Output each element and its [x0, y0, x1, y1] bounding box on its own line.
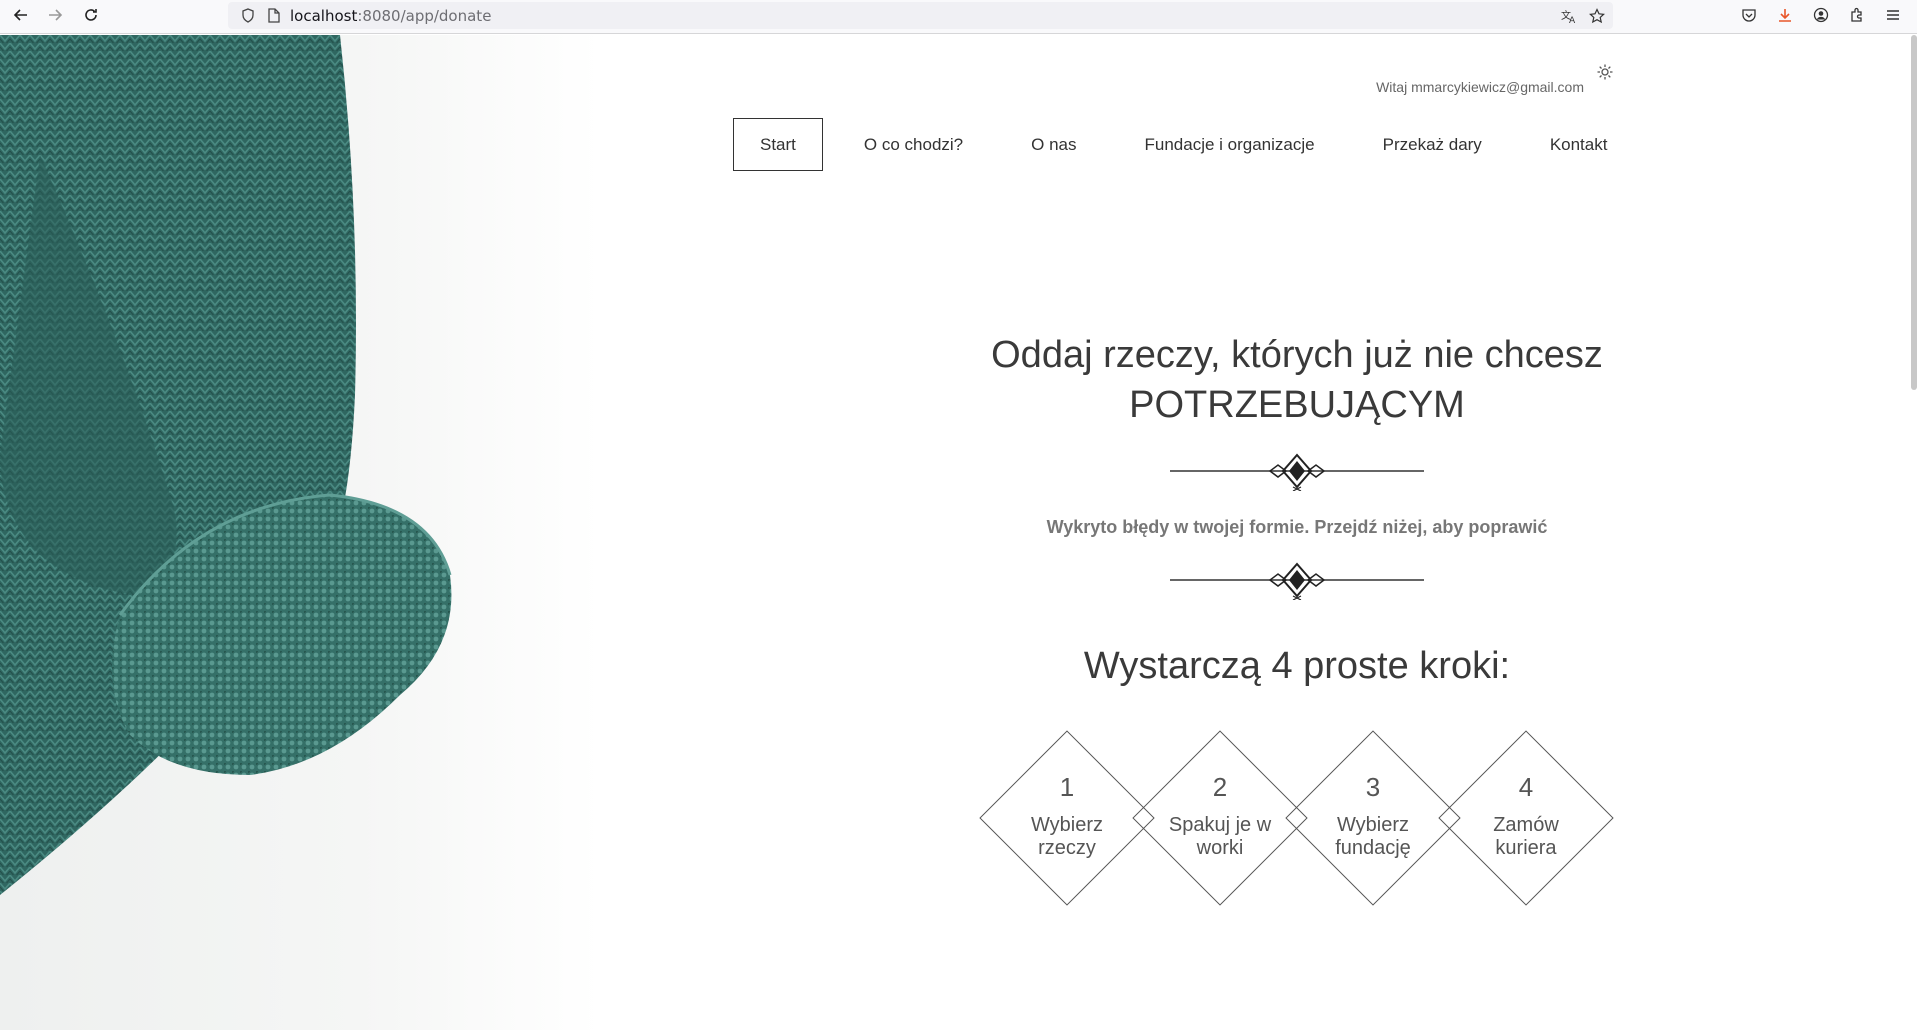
sweater-image	[0, 35, 452, 895]
step-number: 4	[1518, 772, 1534, 802]
step-1: 1 Wybierz rzeczy	[979, 730, 1155, 906]
gear-icon[interactable]	[1596, 63, 1614, 81]
menu-icon[interactable]	[1878, 0, 1908, 30]
ornament-divider-top	[1170, 453, 1424, 491]
step-3: 3 Wybierz fundację	[1285, 730, 1461, 906]
star-icon[interactable]	[1583, 2, 1611, 29]
arrow-right-icon	[49, 9, 63, 21]
menu-item-przekaz-dary[interactable]: Przekaż dary	[1356, 118, 1509, 171]
extensions-icon[interactable]	[1842, 0, 1872, 30]
reload-icon	[85, 9, 97, 21]
url-bar[interactable]: localhost:8080/app/donate 文A	[228, 2, 1613, 29]
back-button[interactable]	[6, 0, 36, 30]
url-text[interactable]: localhost:8080/app/donate	[290, 7, 491, 25]
browser-toolbar: localhost:8080/app/donate 文A	[0, 0, 1917, 34]
page-icon	[260, 2, 288, 29]
steps-title: Wystarczą 4 proste kroki:	[1083, 645, 1511, 687]
forward-button[interactable]	[40, 0, 70, 30]
menu-item-o-nas[interactable]: O nas	[1004, 118, 1103, 171]
page-content: Witaj mmarcykiewicz@gmail.com Start O co…	[0, 35, 1917, 1030]
step-number: 2	[1212, 772, 1228, 802]
step-label: Zamów kuriera	[1493, 814, 1559, 859]
menu-item-o-co-chodzi[interactable]: O co chodzi?	[837, 118, 990, 171]
step-number: 3	[1365, 772, 1381, 802]
menu-item-kontakt[interactable]: Kontakt	[1523, 118, 1635, 171]
step-label: Wybierz rzeczy	[1030, 814, 1104, 859]
step-label: Spakuj je w worki	[1168, 814, 1272, 859]
scrollbar[interactable]	[1911, 35, 1917, 390]
shield-icon[interactable]	[234, 2, 262, 29]
menu-item-start[interactable]: Start	[733, 118, 823, 171]
form-error-message: Wykryto błędy w twojej formie. Przejdź n…	[1046, 517, 1548, 537]
user-greeting: Witaj mmarcykiewicz@gmail.com	[1376, 79, 1584, 95]
hero-headline: Oddaj rzeczy, których już nie chcesz POT…	[960, 330, 1634, 430]
account-icon[interactable]	[1806, 0, 1836, 30]
step-4: 4 Zamów kuriera	[1438, 730, 1614, 906]
main-menu: Start O co chodzi? O nas Fundacje i orga…	[733, 118, 1648, 171]
step-2: 2 Spakuj je w worki	[1132, 730, 1308, 906]
menu-item-fundacje[interactable]: Fundacje i organizacje	[1118, 118, 1342, 171]
step-number: 1	[1059, 772, 1075, 802]
headline-line-2: POTRZEBUJĄCYM	[1129, 384, 1465, 426]
pocket-icon[interactable]	[1734, 0, 1764, 30]
reload-button[interactable]	[76, 0, 106, 30]
arrow-left-icon	[13, 9, 27, 21]
svg-text:A: A	[1569, 16, 1576, 24]
step-label: Wybierz fundację	[1335, 814, 1411, 859]
headline-line-1: Oddaj rzeczy, których już nie chcesz	[991, 334, 1603, 376]
download-icon[interactable]	[1770, 0, 1800, 30]
translate-icon[interactable]: 文A	[1555, 2, 1583, 29]
ornament-divider-bottom	[1170, 562, 1424, 600]
